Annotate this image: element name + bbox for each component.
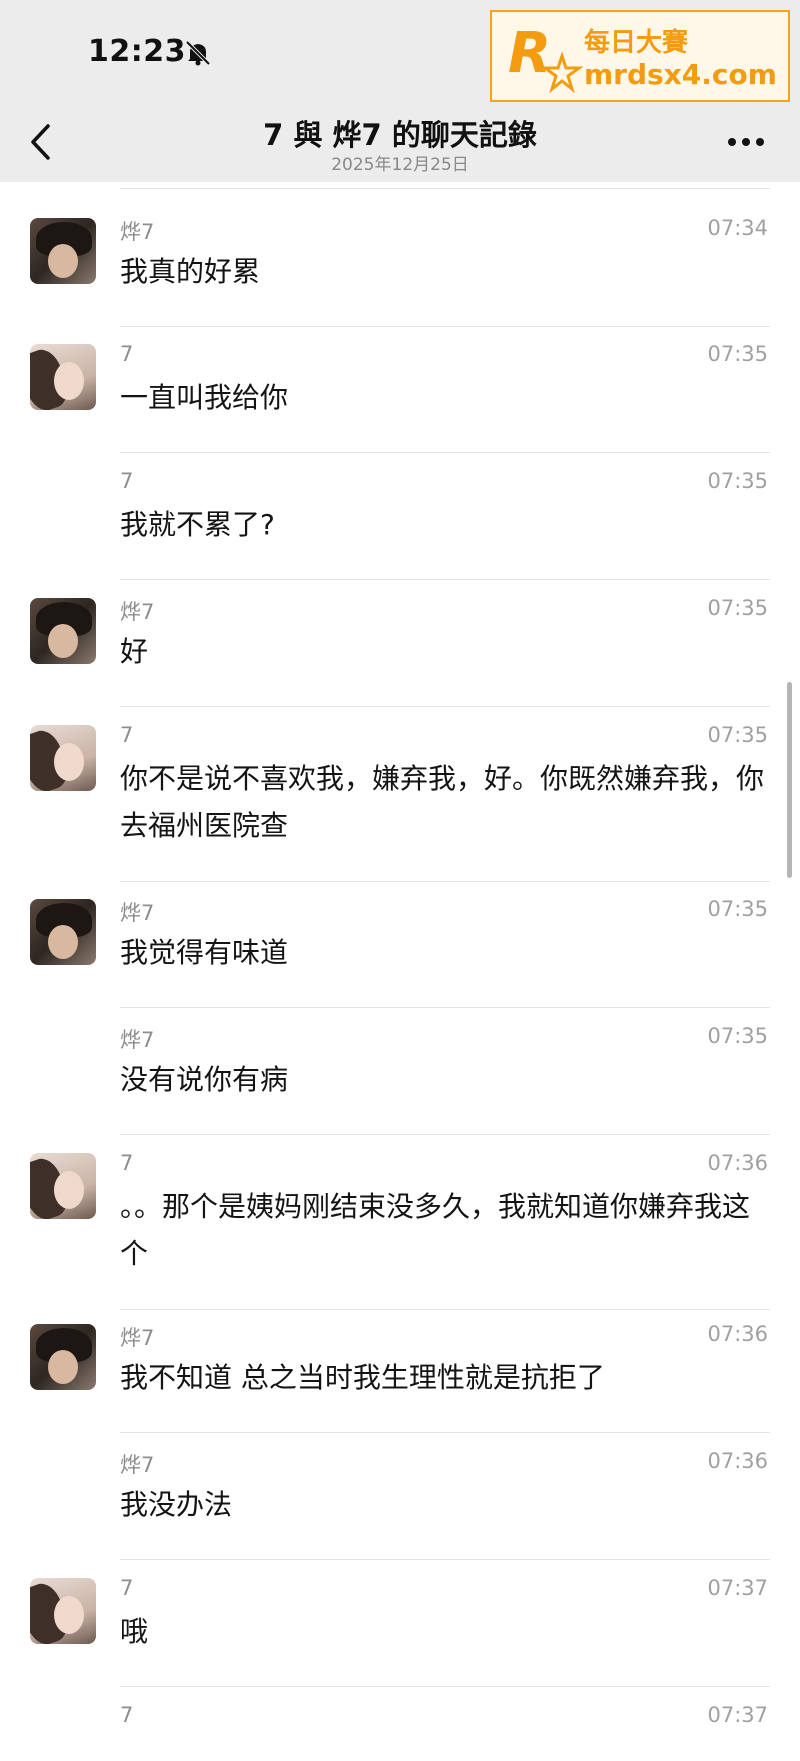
divider [120,1007,770,1008]
message-text: 哦 [120,1615,149,1648]
divider [120,1309,770,1310]
scrollbar[interactable] [787,682,792,878]
avatar[interactable] [30,899,96,965]
avatar[interactable] [30,598,96,664]
message-sender: 7 [120,1151,134,1175]
message-sender: 7 [120,342,134,366]
bell-slash-icon [185,40,211,66]
message-time: 07:35 [707,342,768,366]
avatar[interactable] [30,1578,96,1644]
list-item[interactable]: 烨7 07:35 好 [0,594,800,707]
message-text: 我就不累了? [120,508,275,541]
page-subtitle-date: 2025年12月25日 [331,155,469,175]
message-text: 我没办法 [120,1488,233,1521]
message-text: 没有说你有病 [120,1063,289,1096]
divider [120,326,770,327]
divider [120,1432,770,1433]
list-item[interactable]: 7 07:35 你不是说不喜欢我，嫌弃我，好。你既然嫌弃我，你去福州医院查 [0,721,800,882]
divider [120,881,770,882]
message-text: 我真的好累 [120,255,261,288]
message-time: 07:35 [707,1024,768,1048]
list-item[interactable]: 7 07:37 [0,1701,800,1761]
list-item[interactable]: 烨7 07:35 我觉得有味道 [0,895,800,1008]
message-time: 07:37 [707,1703,768,1727]
divider [120,1686,770,1687]
message-time: 07:35 [707,596,768,620]
message-text: 你不是说不喜欢我，嫌弃我，好。你既然嫌弃我，你去福州医院查 [120,762,765,842]
message-sender: 7 [120,723,134,747]
message-sender: 烨7 [120,1326,155,1350]
message-time: 07:36 [707,1151,768,1175]
list-item[interactable]: 7 07:35 一直叫我给你 [0,340,800,453]
list-item[interactable]: 7 07:36 。。那个是姨妈刚结束没多久，我就知道你嫌弃我这个 [0,1149,800,1310]
svg-text:R: R [508,21,551,86]
list-item[interactable]: 烨7 07:35 没有说你有病 [0,1022,800,1135]
message-sender: 烨7 [120,901,155,925]
list-item[interactable]: 烨7 07:36 我不知道 总之当时我生理性就是抗拒了 [0,1320,800,1433]
message-sender: 7 [120,1576,134,1600]
message-text: 我不知道 总之当时我生理性就是抗拒了 [120,1361,605,1394]
message-sender: 烨7 [120,600,155,624]
avatar[interactable] [30,1324,96,1390]
avatar[interactable] [30,1153,96,1219]
watermark: R 每日大賽 mrdsx4.com [490,10,790,102]
watermark-title: 每日大賽 [584,28,689,58]
message-text: 。。那个是姨妈刚结束没多久，我就知道你嫌弃我这个 [120,1190,751,1270]
message-time: 07:35 [707,897,768,921]
message-sender: 7 [120,469,134,493]
message-time: 07:35 [707,469,768,493]
avatar[interactable] [30,344,96,410]
list-item[interactable]: 7 07:35 我就不累了? [0,467,800,580]
message-time: 07:35 [707,723,768,747]
list-item[interactable]: 烨7 07:36 我没办法 [0,1447,800,1560]
message-sender: 7 [120,1703,134,1727]
message-sender: 烨7 [120,220,155,244]
message-text: 好 [120,635,149,668]
message-time: 07:36 [707,1322,768,1346]
avatar[interactable] [30,218,96,284]
message-sender: 烨7 [120,1028,155,1052]
message-text: 一直叫我给你 [120,381,289,414]
watermark-logo: R [508,21,584,94]
watermark-url: mrdsx4.com [584,58,777,91]
page-title: 7 與 烨7 的聊天記錄 [263,118,537,152]
status-time: 12:23 [88,34,186,69]
list-item[interactable]: 烨7 07:34 我真的好累 [0,214,800,327]
divider [120,188,770,189]
divider [120,452,770,453]
list-item[interactable]: 7 07:37 哦 [0,1574,800,1687]
more-horizontal-icon[interactable] [728,138,764,148]
divider [120,1134,770,1135]
top-bar: 12:23 R 每日大賽 mrdsx4.com 7 與 烨7 的聊天記錄 202… [0,0,800,182]
message-sender: 烨7 [120,1453,155,1477]
divider [120,579,770,580]
message-time: 07:36 [707,1449,768,1473]
message-text: 我觉得有味道 [120,936,289,969]
message-time: 07:34 [707,216,768,240]
divider [120,706,770,707]
divider [120,1559,770,1560]
avatar[interactable] [30,725,96,791]
message-time: 07:37 [707,1576,768,1600]
